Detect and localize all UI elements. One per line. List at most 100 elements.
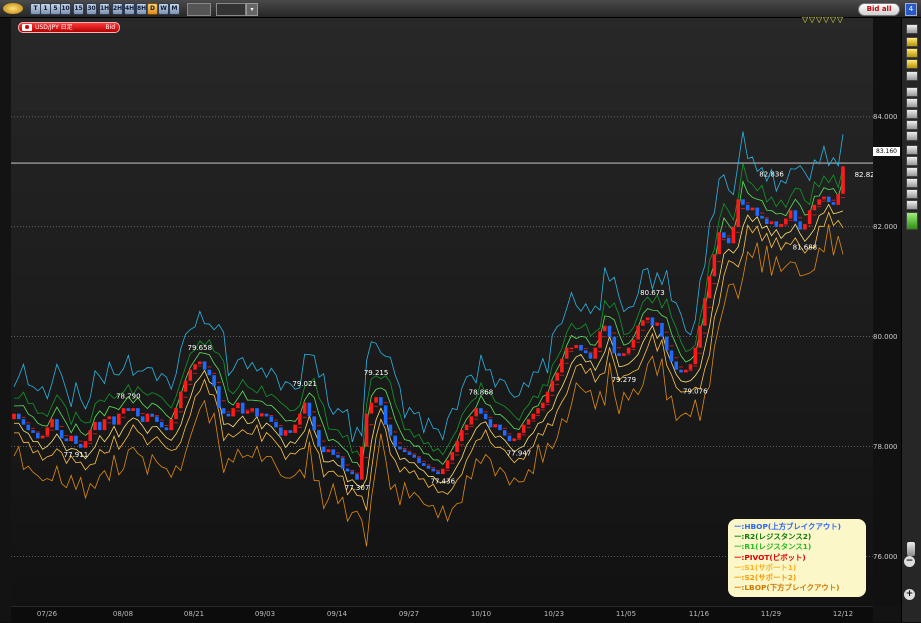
timeframe-w-button[interactable]: W [158,3,169,15]
event-marker-icon[interactable]: ▽ [830,16,836,24]
zoom-slider[interactable] [907,542,915,556]
text-icon[interactable] [906,156,918,166]
candle [607,325,612,337]
candle [564,347,569,359]
candle [507,435,512,442]
candle [140,416,145,422]
candle-type-icon[interactable] [216,3,246,16]
vline-icon[interactable] [906,120,918,130]
indicator-icon[interactable] [906,59,918,69]
arrow-icon[interactable] [906,178,918,188]
channel-icon[interactable] [906,131,918,141]
timeframe-15-button[interactable]: 15 [73,3,84,15]
candle [688,364,693,370]
price-annotation: 78.790 [116,392,141,400]
candle [755,207,760,216]
background-band [11,358,873,387]
candle [131,408,135,411]
price-annotation: 78.868 [469,388,494,396]
candle [274,421,278,428]
candle [502,430,507,436]
event-marker-icon[interactable]: ▽ [837,16,843,24]
candle [212,375,216,387]
time-axis: 07/26 08/08 08/21 09/03 09/14 09/27 10/10 10/23… [11,606,873,623]
candle [360,446,364,480]
timeframe-d-button[interactable]: D [147,3,158,15]
bid-all-button[interactable]: Bid all [858,3,900,16]
indicator-icon[interactable] [906,48,918,58]
candle [145,413,150,422]
timeframe-8h-button[interactable]: 8H [136,3,147,15]
cursor-icon[interactable] [906,87,918,97]
timeframe-30-button[interactable]: 30 [86,3,97,15]
candle [831,202,836,205]
candle [764,218,769,225]
zoom-out-icon[interactable]: − [904,556,915,567]
legend-item: ー:R2(レジスタンス2) [734,532,812,542]
candle [626,347,631,354]
indicator-icon[interactable] [906,37,918,47]
fibonacci-icon[interactable] [906,145,918,155]
background-band [11,56,873,84]
x-tick-label: 12/12 [832,610,854,618]
candle [793,210,798,222]
price-chart[interactable]: 77.911 78.790 79.658 79.021 77.307 79.215 77.4… [11,18,873,606]
panel-count-badge[interactable]: 4 [905,3,917,16]
candle [741,199,745,205]
candle [726,237,731,244]
price-axis[interactable]: 84.000 82.000 80.000 78.000 76.000 [873,18,901,606]
hline-icon[interactable] [906,109,918,119]
settings-icon[interactable] [906,71,918,81]
x-tick-label: 08/21 [183,610,205,618]
candle [245,410,250,414]
chart-style-icon[interactable] [187,3,211,16]
event-marker-icon[interactable]: ▽ [809,16,815,24]
trendline-icon[interactable] [906,98,918,108]
candle [264,413,269,417]
candle [560,358,564,373]
candle [674,361,679,370]
symbol-tab[interactable]: USD/JPY 日足 Bid [18,22,120,33]
current-price-label: 83.160 [873,147,900,156]
app-logo-icon [3,3,23,14]
candle [826,196,831,203]
candle [231,408,235,417]
candle [50,419,54,428]
background-band [11,28,873,57]
symbol-name: USD/JPY 日足 [35,24,73,31]
x-tick-label: 11/16 [688,610,710,618]
candle [55,419,59,431]
question-icon[interactable] [906,24,918,34]
timeframe-m-button[interactable]: M [169,3,180,15]
event-marker-icon[interactable]: ▽ [823,16,829,24]
candle [183,380,188,392]
event-marker-icon[interactable]: ▽ [816,16,822,24]
zoom-in-icon[interactable]: + [904,589,915,600]
candle [441,468,445,475]
signal-icon[interactable] [906,212,918,230]
candle [326,449,331,453]
eraser-icon[interactable] [906,189,918,199]
timeframe-10-button[interactable]: 10 [60,3,71,15]
price-annotation: 82.836 [759,170,784,178]
candle [579,344,583,351]
candle [774,221,779,227]
candle [45,427,50,436]
candle [555,372,559,381]
y-tick-label: 78.000 [873,442,898,451]
pen-icon[interactable] [906,167,918,177]
candle [617,353,621,356]
chevron-down-icon[interactable]: ▾ [246,3,258,16]
event-marker-icon[interactable]: ▽ [802,16,808,24]
timeframe-2h-button[interactable]: 2H [112,3,123,15]
candle [464,424,469,431]
candle [188,369,193,381]
candle [283,430,288,436]
candle [469,416,474,425]
save-icon[interactable] [906,200,918,210]
price-annotation: 79.076 [683,387,708,395]
chart-area[interactable]: 77.911 78.790 79.658 79.021 77.307 79.215 77.4… [11,18,873,606]
timeframe-4h-button[interactable]: 4H [124,3,135,15]
timeframe-1h-button[interactable]: 1H [99,3,110,15]
candle [450,452,455,461]
